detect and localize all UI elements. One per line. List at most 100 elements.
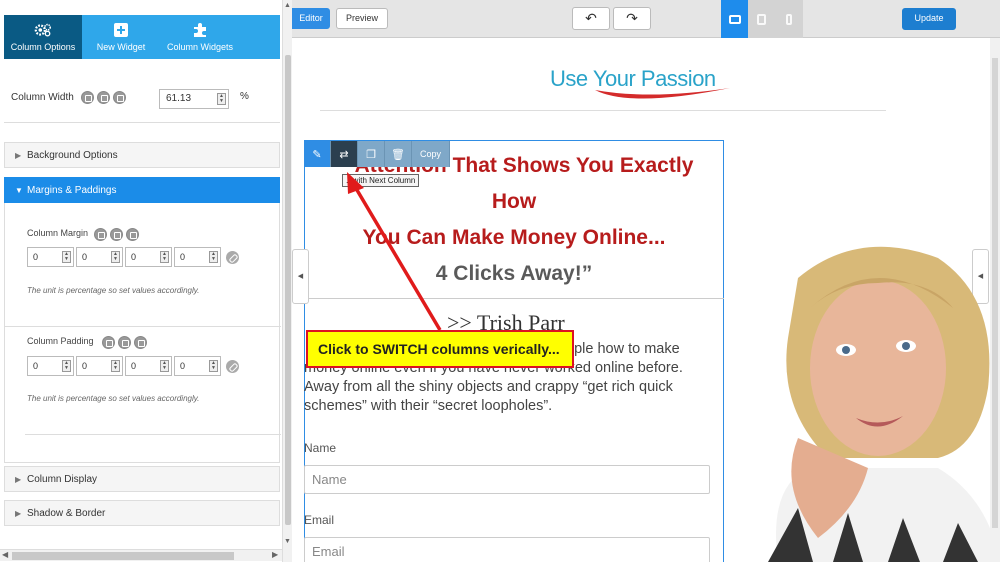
desktop-icon[interactable]: [81, 91, 94, 104]
link-values-icon[interactable]: [226, 360, 239, 373]
canvas-scrollbar[interactable]: [990, 38, 1000, 562]
desktop-icon[interactable]: [102, 336, 115, 349]
margins-paddings-panel: Column Margin 0 ▲ ▼ 0 ▲ ▼ 0 ▲ ▼ 0 ▲ ▼ The unit i…: [4, 203, 281, 463]
margin-bottom-input[interactable]: 0 ▲ ▼: [125, 247, 172, 267]
spinner-icon[interactable]: ▲ ▼: [111, 360, 120, 372]
padding-bottom-value: 0: [131, 361, 137, 371]
scrollbar-thumb[interactable]: [992, 58, 998, 528]
panel-top-spacer: [0, 0, 282, 15]
spinner-icon[interactable]: ▲ ▼: [217, 93, 226, 105]
page-logo[interactable]: Use Your Passion: [550, 62, 750, 106]
update-button[interactable]: Update: [902, 8, 956, 30]
scrollbar-thumb[interactable]: [285, 55, 291, 525]
delete-column-button[interactable]: 🗑: [385, 141, 412, 167]
duplicate-column-button[interactable]: ❐: [358, 141, 385, 167]
switch-column-button[interactable]: ⇄: [331, 141, 358, 167]
spinner-icon[interactable]: ▲ ▼: [160, 360, 169, 372]
margin-left-input[interactable]: 0 ▲ ▼: [174, 247, 221, 267]
margin-top-input[interactable]: 0 ▲ ▼: [27, 247, 74, 267]
column-width-value: 61.13: [166, 93, 192, 104]
switch-tooltip: ...with Next Column: [342, 174, 420, 187]
padding-right-input[interactable]: 0 ▲ ▼: [76, 356, 123, 376]
accordion-margins-paddings[interactable]: ▼ Margins & Paddings: [4, 177, 280, 203]
pencil-icon: ✎: [312, 148, 322, 161]
accordion-background-options[interactable]: ▶ Background Options: [4, 142, 280, 168]
padding-top-value: 0: [33, 361, 39, 371]
left-options-panel: Column Options New Widget Column Widgets…: [0, 0, 292, 562]
padding-top-input[interactable]: 0 ▲ ▼: [27, 356, 74, 376]
link-values-icon[interactable]: [226, 251, 239, 264]
name-input[interactable]: Name: [304, 465, 710, 494]
section-divider: [5, 326, 281, 327]
email-input[interactable]: Email: [304, 537, 710, 562]
undo-button[interactable]: ↶: [572, 7, 610, 30]
accordion-label: Shadow & Border: [27, 508, 106, 519]
plus-square-icon: [114, 23, 128, 37]
tab-new-widget[interactable]: New Widget: [82, 15, 160, 59]
scroll-up-icon[interactable]: ▲: [284, 2, 291, 9]
headline-line-4: 4 Clicks Away!”: [435, 262, 593, 285]
redo-button[interactable]: ↷: [613, 7, 651, 30]
undo-icon: ↶: [585, 10, 597, 26]
scroll-left-icon[interactable]: ◀: [2, 550, 8, 559]
padding-left-value: 0: [180, 361, 186, 371]
chevron-right-icon: ▶: [15, 151, 22, 160]
scroll-right-icon[interactable]: ▶: [272, 550, 278, 559]
accordion-label: Margins & Paddings: [27, 185, 117, 196]
tablet-icon[interactable]: [110, 228, 123, 241]
edit-column-button[interactable]: ✎: [304, 141, 331, 167]
spinner-icon[interactable]: ▲ ▼: [209, 360, 218, 372]
tablet-icon[interactable]: [97, 91, 110, 104]
name-field-label: Name: [304, 441, 337, 455]
padding-left-input[interactable]: 0 ▲ ▼: [174, 356, 221, 376]
spinner-icon[interactable]: ▲ ▼: [160, 251, 169, 263]
scrollbar-thumb[interactable]: [12, 552, 234, 560]
tablet-icon[interactable]: [118, 336, 131, 349]
accordion-shadow-border[interactable]: ▶ Shadow & Border: [4, 500, 280, 526]
padding-device-toggle: [102, 336, 147, 349]
mobile-icon[interactable]: [126, 228, 139, 241]
desktop-icon[interactable]: [94, 228, 107, 241]
body-text-line: ople how to make: [566, 341, 680, 357]
tab-label: Column Widgets: [166, 42, 234, 52]
puzzle-icon: [194, 23, 206, 37]
padding-bottom-input[interactable]: 0 ▲ ▼: [125, 356, 172, 376]
tab-column-widgets[interactable]: Column Widgets: [160, 15, 240, 59]
padding-inputs: 0 ▲ ▼ 0 ▲ ▼ 0 ▲ ▼ 0 ▲ ▼: [27, 356, 239, 376]
margin-bottom-value: 0: [131, 252, 137, 262]
scroll-down-icon[interactable]: ▼: [284, 538, 291, 545]
mobile-icon[interactable]: [134, 336, 147, 349]
tab-column-options[interactable]: Column Options: [4, 15, 82, 59]
mobile-view-button[interactable]: [776, 0, 803, 38]
headline-line-3: You Can Make Money Online...: [362, 226, 666, 249]
spinner-icon[interactable]: ▲ ▼: [62, 251, 71, 263]
left-panel-toggle[interactable]: ◀: [292, 249, 309, 304]
spinner-icon[interactable]: ▲ ▼: [62, 360, 71, 372]
author-photo: [768, 246, 1000, 562]
body-text-line: Away from all the shiny objects and crap…: [304, 379, 673, 395]
gears-icon: [34, 23, 52, 37]
headline-line-2: How: [491, 190, 537, 213]
mobile-icon: [786, 13, 793, 25]
accordion-label: Column Display: [27, 474, 98, 485]
column-width-input[interactable]: 61.13 ▲ ▼: [159, 89, 229, 109]
accordion-column-display[interactable]: ▶ Column Display: [4, 466, 280, 492]
tablet-view-button[interactable]: [748, 0, 775, 38]
spinner-icon[interactable]: ▲ ▼: [209, 251, 218, 263]
desktop-view-button[interactable]: [721, 0, 749, 38]
section-divider: [4, 122, 280, 123]
copy-column-button[interactable]: Copy: [412, 141, 450, 167]
copy-icon: ❐: [366, 148, 376, 161]
preview-button[interactable]: Preview: [336, 8, 388, 29]
horizontal-scrollbar[interactable]: ◀ ▶: [0, 549, 282, 561]
trash-icon: 🗑: [391, 148, 405, 161]
margin-right-input[interactable]: 0 ▲ ▼: [76, 247, 123, 267]
spinner-icon[interactable]: ▲ ▼: [111, 251, 120, 263]
vertical-scrollbar[interactable]: ▲ ▼: [282, 0, 292, 562]
padding-right-value: 0: [82, 361, 88, 371]
chevron-right-icon: ▶: [15, 509, 22, 518]
annotation-callout: Click to SWITCH columns verically...: [306, 330, 574, 368]
chevron-left-icon: ◀: [297, 273, 304, 280]
editor-button[interactable]: Editor: [292, 8, 330, 29]
mobile-icon[interactable]: [113, 91, 126, 104]
